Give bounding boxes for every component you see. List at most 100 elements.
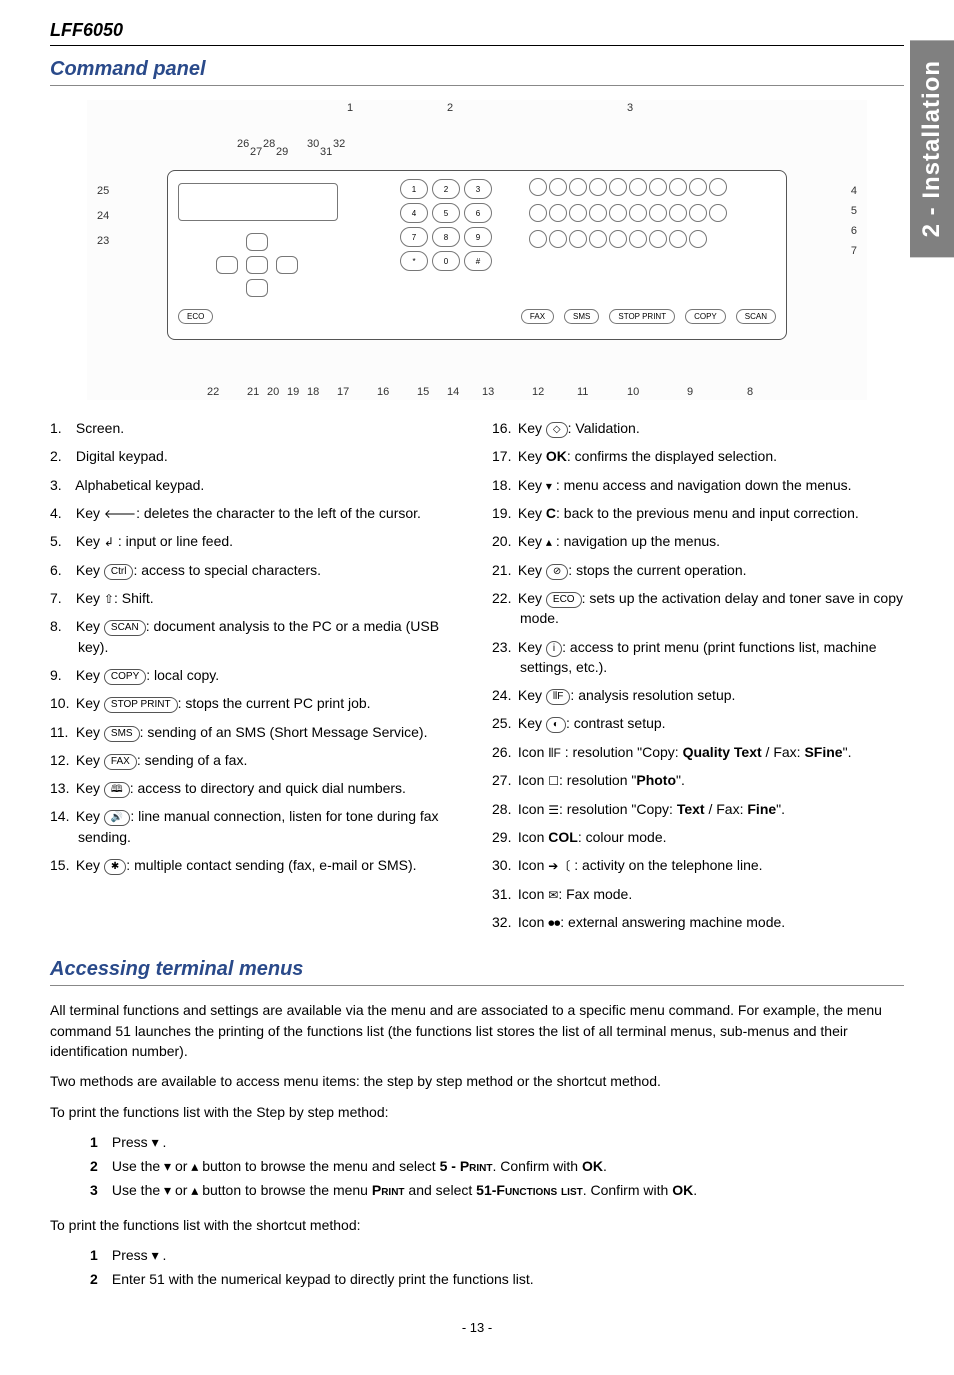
inline-icon: ➔〔 — [548, 858, 570, 875]
keycap-icon: STOP PRINT — [104, 697, 178, 713]
panel-stopprint-btn: STOP PRINT — [609, 309, 675, 324]
callout-1: 1 — [347, 102, 353, 114]
inline-icon: 🡐 — [104, 506, 136, 523]
keycap-icon: ◐ — [546, 717, 566, 733]
key-list-right: 16. Key ◇: Validation.17. Key OK: confir… — [492, 418, 904, 940]
callout-32: 32 — [333, 138, 345, 150]
inline-icon: ✉ — [548, 887, 558, 904]
key-item: 31. Icon ✉: Fax mode. — [492, 884, 904, 904]
panel-screen — [178, 183, 338, 221]
callout-11: 11 — [577, 386, 588, 398]
panel-sms-btn: SMS — [564, 309, 599, 324]
key-item: 29. Icon COL: colour mode. — [492, 827, 904, 847]
keycap-icon: ✱ — [104, 859, 126, 875]
key-item: 23. Key i: access to print menu (print f… — [492, 637, 904, 678]
keycap-icon: 🔊 — [104, 810, 130, 826]
key-item: 10. Key STOP PRINT: stops the current PC… — [50, 693, 462, 713]
callout-26: 26 — [237, 138, 249, 150]
key-item: 28. Icon ☰: resolution "Copy: Text / Fax… — [492, 799, 904, 819]
keycap-icon: ⦀F — [546, 689, 571, 705]
key-item: 24. Key ⦀F: analysis resolution setup. — [492, 685, 904, 705]
key-item: 12. Key FAX: sending of a fax. — [50, 750, 462, 770]
key-list-left: 1. Screen. 2. Digital keypad. 3. Alphabeti… — [50, 418, 462, 940]
panel-eco: ECO — [178, 309, 213, 324]
model-header: LFF6050 — [50, 20, 904, 46]
panel-scan-btn: SCAN — [736, 309, 776, 324]
inline-icon: ☐ — [548, 773, 559, 790]
key-item: 1. Screen. — [50, 418, 462, 438]
menus-step-intro: To print the functions list with the Ste… — [50, 1102, 904, 1122]
steps-step-by-step: 1 Press ▾ . 2 Use the ▾ or ▴ button to br… — [90, 1132, 904, 1201]
step-item: 1 Press ▾ . — [90, 1245, 904, 1265]
key-item: 27. Icon ☐: resolution "Photo". — [492, 770, 904, 790]
callout-4: 4 — [851, 185, 857, 197]
callout-29: 29 — [276, 146, 288, 158]
key-item: 2. Digital keypad. — [50, 446, 462, 466]
callout-6: 6 — [851, 225, 857, 237]
callout-3: 3 — [627, 102, 633, 114]
keycap-icon: COPY — [104, 669, 146, 685]
callout-23: 23 — [97, 235, 109, 247]
keycap-icon: i — [546, 641, 562, 657]
key-item: 6. Key Ctrl: access to special character… — [50, 560, 462, 580]
key-item: 19. Key C: back to the previous menu and… — [492, 503, 904, 523]
callout-8: 8 — [747, 386, 753, 398]
step-item: 3 Use the ▾ or ▴ button to browse the me… — [90, 1180, 904, 1200]
step-item: 2 Use the ▾ or ▴ button to browse the me… — [90, 1156, 904, 1176]
callout-20: 20 — [267, 386, 279, 398]
key-item: 30. Icon ➔〔 : activity on the telephone … — [492, 855, 904, 875]
keycap-icon: ECO — [546, 592, 582, 608]
page-number: - 13 - — [50, 1320, 904, 1335]
key-item: 3. Alphabetical keypad. — [50, 475, 462, 495]
callout-24: 24 — [97, 210, 109, 222]
key-item: 21. Key ⊘: stops the current operation. — [492, 560, 904, 580]
panel-copy-btn: COPY — [685, 309, 726, 324]
key-item: 9. Key COPY: local copy. — [50, 665, 462, 685]
step-item: 1 Press ▾ . — [90, 1132, 904, 1152]
inline-icon: ⦀F — [548, 745, 561, 762]
key-item: 11. Key SMS: sending of an SMS (Short Me… — [50, 722, 462, 742]
key-item: 7. Key ⇧: Shift. — [50, 588, 462, 608]
callout-19: 19 — [287, 386, 299, 398]
key-item: 15. Key ✱: multiple contact sending (fax… — [50, 855, 462, 875]
panel-bottom-row: ECO FAX SMS STOP PRINT COPY SCAN — [178, 301, 776, 331]
key-item: 5. Key ↲ : input or line feed. — [50, 531, 462, 551]
steps-shortcut: 1 Press ▾ .2 Enter 51 with the numerical… — [90, 1245, 904, 1290]
callout-7: 7 — [851, 245, 857, 257]
key-item: 17. Key OK: confirms the displayed selec… — [492, 446, 904, 466]
keycap-icon: Ctrl — [104, 564, 134, 580]
key-item: 25. Key ◐: contrast setup. — [492, 713, 904, 733]
command-panel-diagram: 123 456 789 *0# ECO FAX SMS STOP PRINT C… — [87, 100, 867, 400]
callout-18: 18 — [307, 386, 319, 398]
key-item: 26. Icon ⦀F : resolution "Copy: Quality … — [492, 742, 904, 762]
keycap-icon: ⊘ — [546, 564, 568, 580]
callout-5: 5 — [851, 205, 857, 217]
menus-intro: All terminal functions and settings are … — [50, 1000, 904, 1061]
callout-16: 16 — [377, 386, 389, 398]
callout-22: 22 — [207, 386, 219, 398]
panel-numpad: 123 456 789 *0# — [398, 177, 508, 267]
inline-icon: ▾ — [546, 478, 552, 495]
keycap-icon: SCAN — [104, 620, 146, 636]
keycap-icon: 🕮 — [104, 782, 130, 798]
key-item: 18. Key ▾ : menu access and navigation d… — [492, 475, 904, 495]
callout-15: 15 — [417, 386, 429, 398]
callout-2: 2 — [447, 102, 453, 114]
section-command-panel: Command panel — [50, 58, 904, 86]
panel-outline: 123 456 789 *0# ECO FAX SMS STOP PRINT C… — [167, 170, 787, 340]
key-item: 13. Key 🕮: access to directory and quick… — [50, 778, 462, 798]
inline-icon: ⏺⏺ — [548, 915, 560, 932]
inline-icon: ↲ — [104, 534, 114, 551]
panel-navpad — [198, 233, 318, 303]
callout-21: 21 — [247, 386, 259, 398]
inline-icon: ☰ — [548, 802, 559, 819]
keycap-icon: SMS — [104, 726, 140, 742]
callout-12: 12 — [532, 386, 544, 398]
callout-13: 13 — [482, 386, 494, 398]
section-accessing-menus: Accessing terminal menus — [50, 958, 904, 986]
callout-17: 17 — [337, 386, 349, 398]
key-item: 20. Key ▴ : navigation up the menus. — [492, 531, 904, 551]
callout-14: 14 — [447, 386, 459, 398]
key-item: 14. Key 🔊: line manual connection, liste… — [50, 806, 462, 847]
callout-31: 31 — [320, 146, 332, 158]
